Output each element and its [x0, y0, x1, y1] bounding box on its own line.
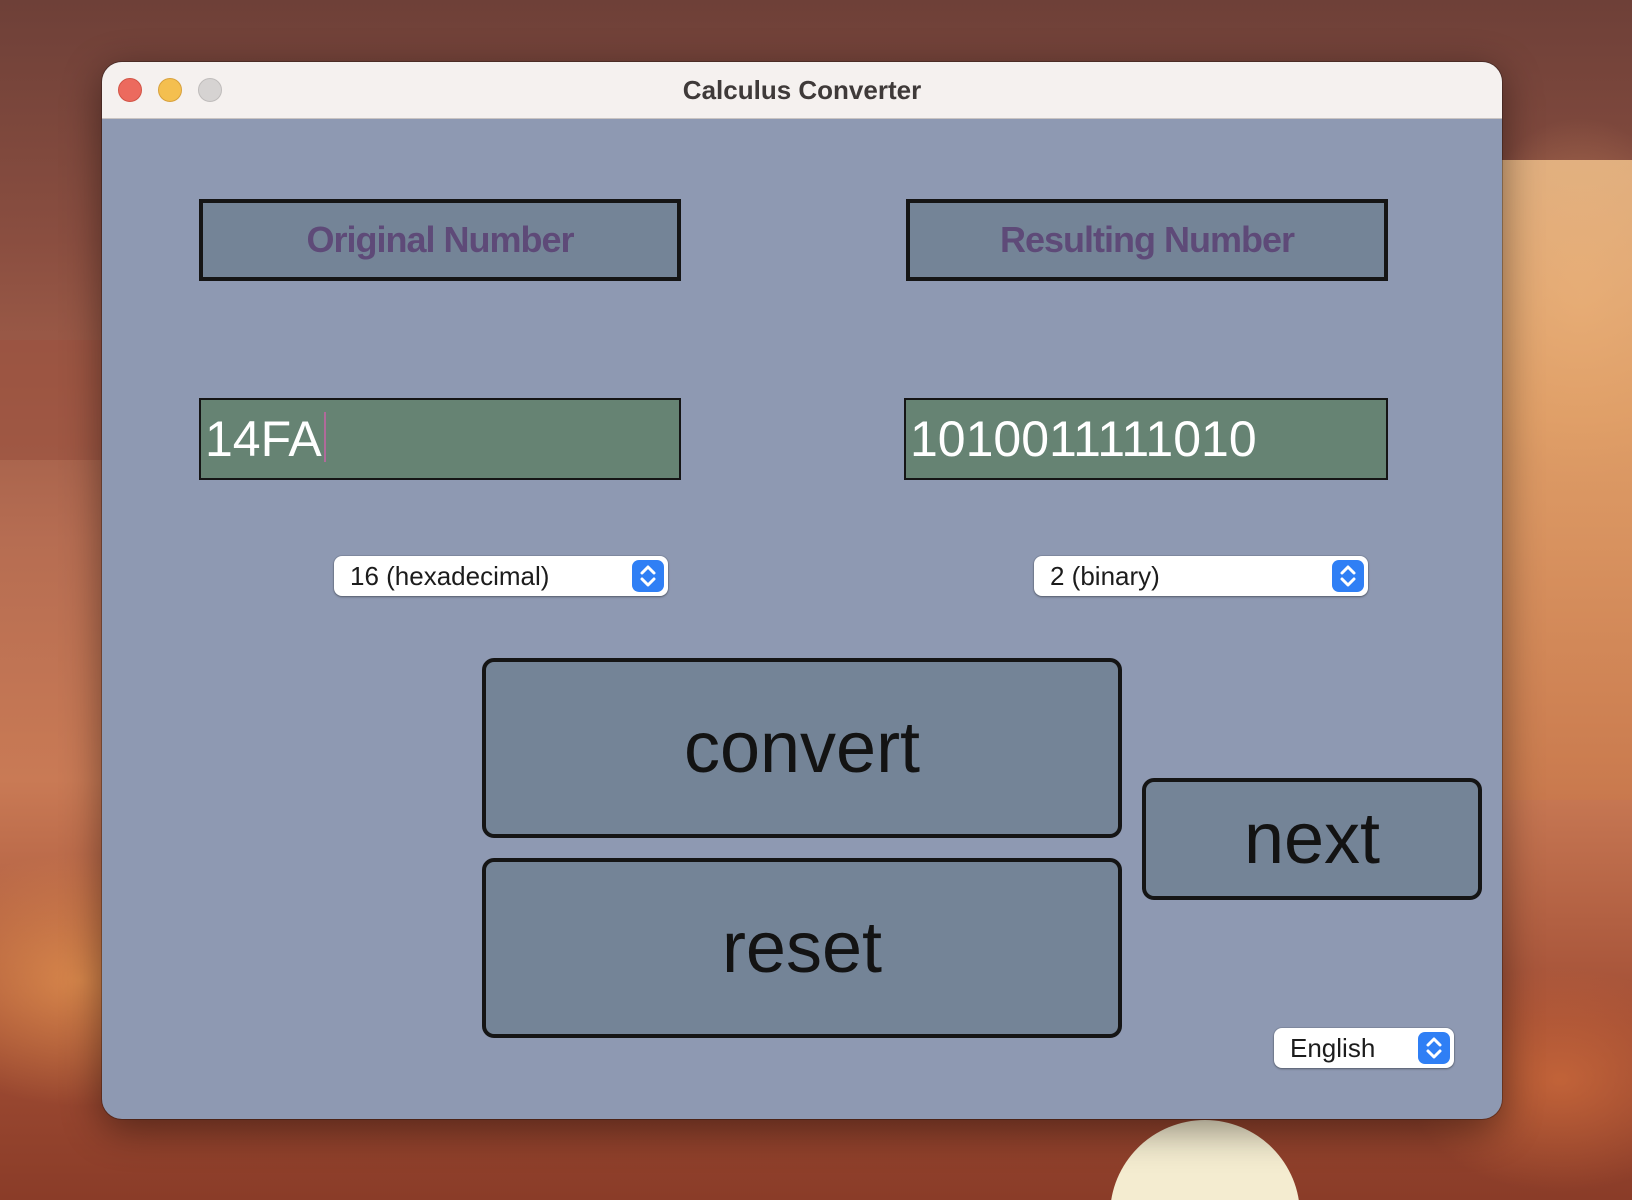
next-button[interactable]: next: [1142, 778, 1482, 900]
source-base-value: 16 (hexadecimal): [350, 561, 550, 591]
text-cursor: [323, 412, 326, 462]
language-select[interactable]: English: [1274, 1028, 1454, 1068]
window-title: Calculus Converter: [682, 75, 922, 105]
wallpaper-cat: [1110, 1120, 1300, 1200]
wallpaper-shelf: [0, 340, 110, 460]
target-base-select[interactable]: 2 (binary): [1034, 556, 1368, 596]
original-number-input[interactable]: 14FA: [199, 398, 681, 480]
resulting-number-output[interactable]: 1010011111010: [904, 398, 1388, 480]
chevron-updown-icon: [1332, 560, 1364, 592]
app-window: Calculus Converter Original Number Resul…: [102, 62, 1502, 1119]
title-bar: Calculus Converter: [102, 62, 1502, 119]
chevron-updown-icon: [1418, 1032, 1450, 1064]
resulting-number-label: Resulting Number: [906, 199, 1388, 281]
target-base-value: 2 (binary): [1050, 561, 1160, 591]
original-number-value: 14FA: [205, 411, 322, 467]
original-number-label: Original Number: [199, 199, 681, 281]
source-base-select[interactable]: 16 (hexadecimal): [334, 556, 668, 596]
reset-button[interactable]: reset: [482, 858, 1122, 1038]
convert-button[interactable]: convert: [482, 658, 1122, 838]
chevron-updown-icon: [632, 560, 664, 592]
language-value: English: [1290, 1033, 1376, 1063]
resulting-number-value: 1010011111010: [910, 411, 1257, 467]
